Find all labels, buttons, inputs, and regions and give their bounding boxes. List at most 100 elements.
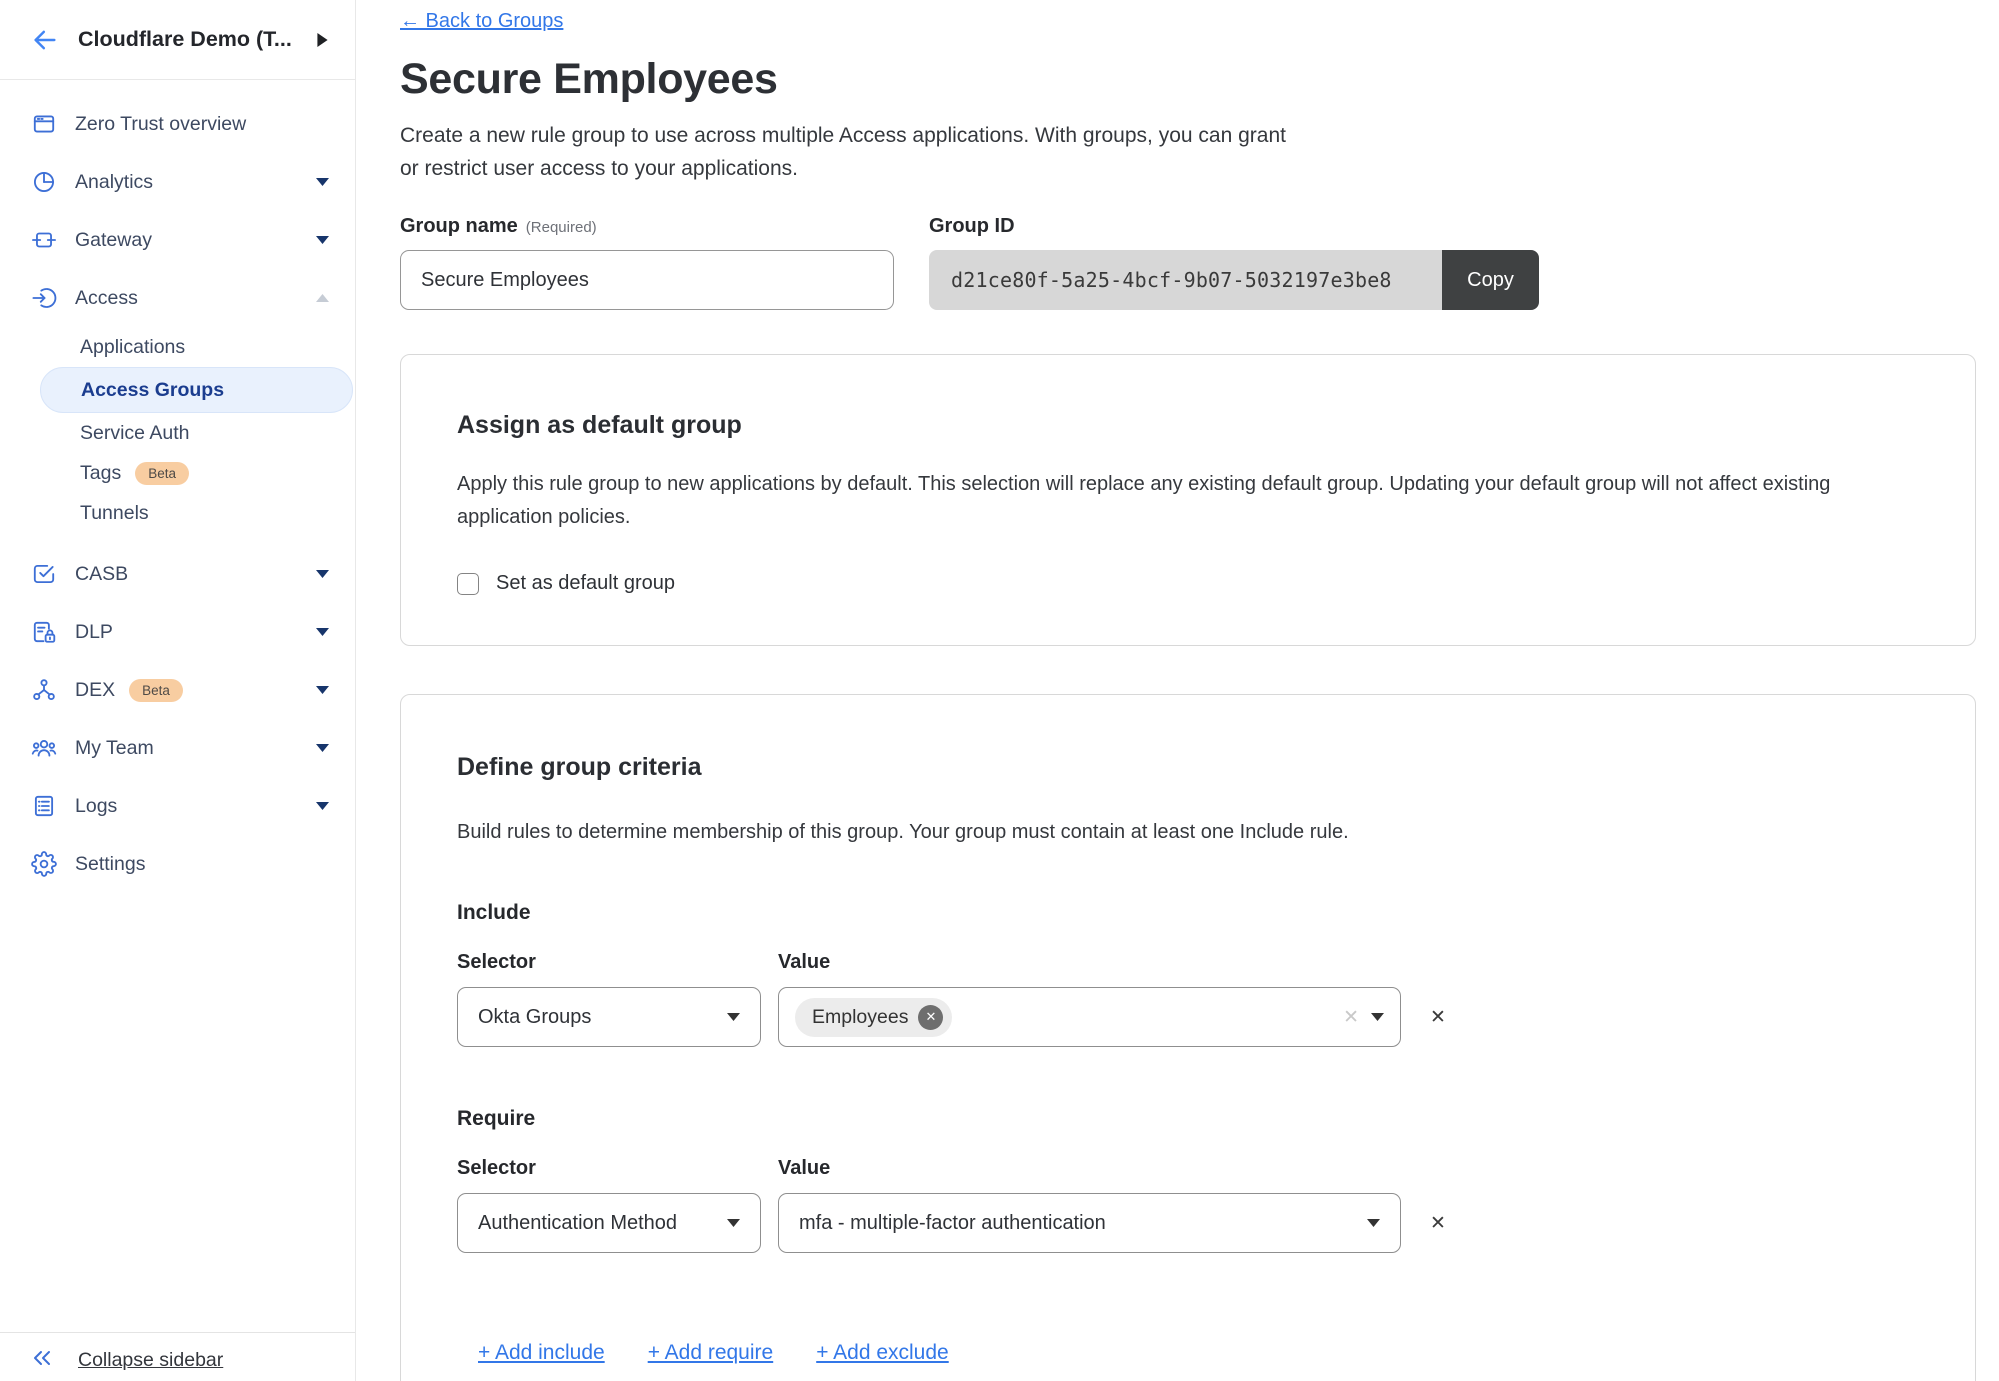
set-default-group-label: Set as default group [496, 572, 675, 595]
assign-default-group-description: Apply this rule group to new application… [457, 468, 1919, 534]
add-exclude-link[interactable]: + Add exclude [816, 1341, 949, 1365]
page-description-line1: Create a new rule group to use across mu… [400, 119, 1976, 152]
gear-icon [30, 851, 57, 878]
group-name-id-row: Group name (Required) Group ID d21ce80f-5… [400, 215, 1976, 310]
include-rule-row: Okta Groups Employees ✕ ✕ ✕ [457, 987, 1919, 1047]
chevron-down-icon [1367, 1219, 1380, 1227]
clear-value-icon[interactable]: ✕ [1343, 1006, 1359, 1029]
chevron-down-icon[interactable] [316, 236, 329, 244]
require-selector-dropdown[interactable]: Authentication Method [457, 1193, 761, 1253]
sidebar-item-tags[interactable]: Tags Beta [0, 453, 355, 493]
define-group-criteria-card: Define group criteria Build rules to det… [400, 694, 1976, 1381]
group-id-label: Group ID [929, 215, 1539, 238]
require-value-label: Value [778, 1157, 1401, 1180]
sidebar-item-logs[interactable]: Logs [0, 777, 355, 835]
collapse-sidebar-button[interactable]: Collapse sidebar [0, 1332, 355, 1381]
access-icon [30, 285, 57, 312]
sidebar-item-zero-trust-overview[interactable]: Zero Trust overview [0, 95, 355, 153]
chevron-up-icon[interactable] [316, 294, 329, 302]
sidebar-item-tunnels[interactable]: Tunnels [0, 493, 355, 533]
sidebar-item-label: Service Auth [80, 422, 189, 445]
include-selector-label: Selector [457, 951, 761, 974]
employees-chip: Employees ✕ [795, 998, 952, 1037]
sidebar-item-settings[interactable]: Settings [0, 835, 355, 893]
chevron-down-icon[interactable] [316, 744, 329, 752]
assign-default-description-line1: Apply this rule group to new application… [457, 468, 1919, 501]
chevron-down-icon [1371, 1013, 1384, 1021]
sidebar-item-label: Logs [75, 795, 117, 818]
dlp-icon [30, 619, 57, 646]
add-include-link[interactable]: + Add include [478, 1341, 605, 1365]
chevron-down-icon[interactable] [316, 686, 329, 694]
sidebar-item-service-auth[interactable]: Service Auth [0, 413, 355, 453]
window-icon [30, 111, 57, 138]
sidebar-item-label: Access [75, 287, 138, 310]
sidebar-item-label: CASB [75, 563, 128, 586]
required-label: (Required) [526, 219, 597, 236]
page-description-line2: or restrict user access to your applicat… [400, 152, 1976, 185]
chevron-down-icon[interactable] [316, 570, 329, 578]
sidebar-item-dex[interactable]: DEX Beta [0, 661, 355, 719]
back-to-groups-link[interactable]: ← Back to Groups [400, 10, 563, 33]
group-name-field-block: Group name (Required) [400, 215, 894, 310]
pie-chart-icon [30, 169, 57, 196]
add-require-link[interactable]: + Add require [648, 1341, 774, 1365]
double-chevron-left-icon [30, 1346, 54, 1375]
group-id-value: d21ce80f-5a25-4bcf-9b07-5032197e3be8 [929, 250, 1442, 310]
define-criteria-title: Define group criteria [457, 753, 1919, 782]
zero-trust-dashboard: Cloudflare Demo (T... Zero Trust overvie… [0, 0, 1999, 1381]
sidebar-item-label: Tags [80, 462, 121, 485]
chevron-down-icon[interactable] [316, 178, 329, 186]
group-name-label: Group name [400, 215, 518, 237]
caret-right-icon[interactable] [317, 33, 331, 47]
sidebar-item-label: Gateway [75, 229, 152, 252]
sidebar-item-label: Tunnels [80, 502, 149, 525]
sidebar-item-label: My Team [75, 737, 154, 760]
group-id-block: Group ID d21ce80f-5a25-4bcf-9b07-5032197… [929, 215, 1539, 310]
team-icon [30, 735, 57, 762]
sidebar-item-label: Analytics [75, 171, 153, 194]
require-value-dropdown[interactable]: mfa - multiple-factor authentication [778, 1193, 1401, 1253]
sidebar-item-access-groups[interactable]: Access Groups [40, 367, 353, 413]
sidebar-header: Cloudflare Demo (T... [0, 0, 355, 80]
sidebar-nav: Zero Trust overview Analytics Gateway [0, 80, 355, 893]
chevron-down-icon[interactable] [316, 628, 329, 636]
include-selector-dropdown[interactable]: Okta Groups [457, 987, 761, 1047]
sidebar-item-label: Access Groups [81, 379, 224, 402]
group-name-input[interactable] [400, 250, 894, 310]
logs-icon [30, 793, 57, 820]
sidebar-item-gateway[interactable]: Gateway [0, 211, 355, 269]
sidebar-item-label: DEX [75, 679, 115, 702]
require-rule-row: Authentication Method mfa - multiple-fac… [457, 1193, 1919, 1253]
remove-require-rule-icon[interactable]: ✕ [1430, 1212, 1919, 1235]
page-description: Create a new rule group to use across mu… [400, 119, 1976, 185]
copy-button[interactable]: Copy [1442, 250, 1539, 310]
include-heading: Include [457, 901, 1919, 925]
account-title: Cloudflare Demo (T... [78, 27, 317, 52]
sidebar-item-casb[interactable]: CASB [0, 545, 355, 603]
require-heading: Require [457, 1107, 1919, 1131]
include-value-label: Value [778, 951, 1401, 974]
sidebar-item-analytics[interactable]: Analytics [0, 153, 355, 211]
require-value-text: mfa - multiple-factor authentication [799, 1212, 1355, 1235]
sidebar-item-my-team[interactable]: My Team [0, 719, 355, 777]
collapse-sidebar-label: Collapse sidebar [78, 1349, 223, 1372]
chevron-down-icon[interactable] [316, 802, 329, 810]
require-labels-row: Selector Value [457, 1157, 1919, 1180]
back-arrow-icon[interactable] [30, 25, 60, 55]
chip-label: Employees [812, 1006, 908, 1029]
add-rule-links: + Add include + Add require + Add exclud… [478, 1341, 1919, 1365]
include-selector-value: Okta Groups [478, 1006, 715, 1029]
include-value-multiselect[interactable]: Employees ✕ ✕ [778, 987, 1401, 1047]
sidebar-item-dlp[interactable]: DLP [0, 603, 355, 661]
main-content: ← Back to Groups Secure Employees Create… [356, 0, 1999, 1381]
sidebar-item-label: Zero Trust overview [75, 113, 246, 136]
beta-badge: Beta [135, 462, 189, 485]
assign-default-description-line2: application policies. [457, 501, 1919, 534]
define-criteria-description: Build rules to determine membership of t… [457, 816, 1919, 849]
set-default-group-checkbox[interactable] [457, 573, 479, 595]
chip-remove-icon[interactable]: ✕ [918, 1005, 943, 1030]
sidebar-item-access[interactable]: Access [0, 269, 355, 327]
sidebar-item-applications[interactable]: Applications [0, 327, 355, 367]
remove-include-rule-icon[interactable]: ✕ [1430, 1006, 1919, 1029]
